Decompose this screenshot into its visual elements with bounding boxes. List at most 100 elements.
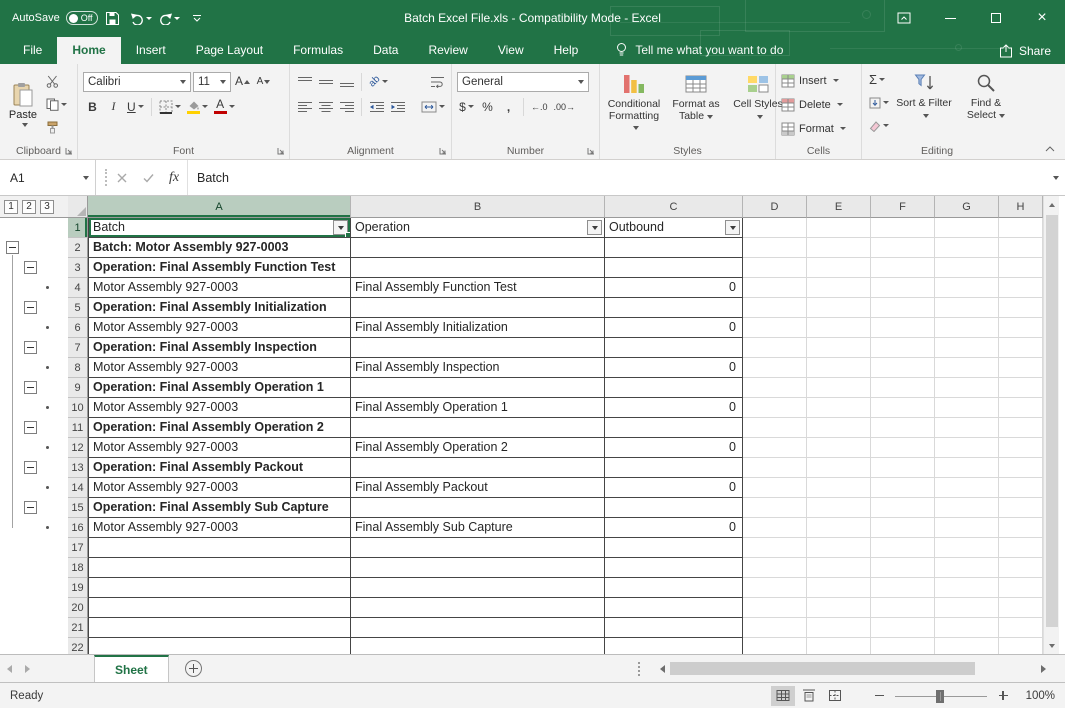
- row-header-4[interactable]: 4: [68, 278, 88, 298]
- cell-b18[interactable]: [351, 558, 605, 578]
- row-header-14[interactable]: 14: [68, 478, 88, 498]
- cell-g12[interactable]: [935, 438, 999, 458]
- cell-b10[interactable]: Final Assembly Operation 1: [351, 398, 605, 418]
- tab-insert[interactable]: Insert: [121, 37, 181, 64]
- cell-f11[interactable]: [871, 418, 935, 438]
- fill-button[interactable]: [867, 92, 891, 113]
- cell-d1[interactable]: [743, 218, 807, 238]
- scroll-left-button[interactable]: [654, 660, 670, 677]
- enter-button[interactable]: [135, 160, 161, 195]
- cell-f3[interactable]: [871, 258, 935, 278]
- find-select-button[interactable]: Find & Select: [957, 69, 1015, 141]
- row-header-7[interactable]: 7: [68, 338, 88, 358]
- previous-sheet-button[interactable]: [0, 655, 18, 682]
- outline-collapse-button[interactable]: [24, 381, 37, 394]
- cell-c18[interactable]: [605, 558, 743, 578]
- cell-f14[interactable]: [871, 478, 935, 498]
- cell-h1[interactable]: [999, 218, 1043, 238]
- cell-f15[interactable]: [871, 498, 935, 518]
- cell-g6[interactable]: [935, 318, 999, 338]
- cell-a7[interactable]: Operation: Final Assembly Inspection: [88, 338, 351, 358]
- zoom-out-button[interactable]: [871, 688, 887, 704]
- column-header-g[interactable]: G: [935, 196, 999, 218]
- cancel-button[interactable]: [109, 160, 135, 195]
- cell-d9[interactable]: [743, 378, 807, 398]
- cell-c22[interactable]: [605, 638, 743, 654]
- close-button[interactable]: ×: [1019, 0, 1065, 36]
- cell-a8[interactable]: Motor Assembly 927-0003: [88, 358, 351, 378]
- cell-b11[interactable]: [351, 418, 605, 438]
- cell-h3[interactable]: [999, 258, 1043, 278]
- cell-a22[interactable]: [88, 638, 351, 654]
- cell-c15[interactable]: [605, 498, 743, 518]
- cell-c20[interactable]: [605, 598, 743, 618]
- cell-a5[interactable]: Operation: Final Assembly Initialization: [88, 298, 351, 318]
- cell-h5[interactable]: [999, 298, 1043, 318]
- cell-f9[interactable]: [871, 378, 935, 398]
- cell-f8[interactable]: [871, 358, 935, 378]
- cell-g19[interactable]: [935, 578, 999, 598]
- cell-d21[interactable]: [743, 618, 807, 638]
- save-button[interactable]: [100, 4, 126, 32]
- cell-f6[interactable]: [871, 318, 935, 338]
- cell-b4[interactable]: Final Assembly Function Test: [351, 278, 605, 298]
- cell-h21[interactable]: [999, 618, 1043, 638]
- align-right-button[interactable]: [337, 96, 356, 117]
- cut-button[interactable]: [44, 71, 69, 92]
- cell-a21[interactable]: [88, 618, 351, 638]
- tell-me-box[interactable]: Tell me what you want to do: [615, 42, 783, 64]
- cell-g10[interactable]: [935, 398, 999, 418]
- column-header-e[interactable]: E: [807, 196, 871, 218]
- format-cells-button[interactable]: Format: [781, 118, 857, 139]
- cell-b19[interactable]: [351, 578, 605, 598]
- cell-c14[interactable]: 0: [605, 478, 743, 498]
- redo-button[interactable]: [156, 4, 182, 32]
- column-header-a[interactable]: A: [88, 196, 351, 218]
- cell-b9[interactable]: [351, 378, 605, 398]
- top-align-button[interactable]: [295, 71, 314, 92]
- cell-g15[interactable]: [935, 498, 999, 518]
- outline-collapse-button[interactable]: [24, 461, 37, 474]
- customize-quick-access-toolbar-button[interactable]: [184, 4, 210, 32]
- align-left-button[interactable]: [295, 96, 314, 117]
- cell-f17[interactable]: [871, 538, 935, 558]
- row-header-6[interactable]: 6: [68, 318, 88, 338]
- cell-c2[interactable]: [605, 238, 743, 258]
- zoom-slider[interactable]: [895, 688, 987, 704]
- cell-g17[interactable]: [935, 538, 999, 558]
- cell-g4[interactable]: [935, 278, 999, 298]
- copy-button[interactable]: [44, 94, 69, 115]
- cell-b21[interactable]: [351, 618, 605, 638]
- cell-g16[interactable]: [935, 518, 999, 538]
- column-header-c[interactable]: C: [605, 196, 743, 218]
- cell-g20[interactable]: [935, 598, 999, 618]
- scroll-right-button[interactable]: [1035, 660, 1051, 677]
- font-size-combo[interactable]: 11: [193, 72, 231, 92]
- cell-c19[interactable]: [605, 578, 743, 598]
- cell-f2[interactable]: [871, 238, 935, 258]
- cell-f16[interactable]: [871, 518, 935, 538]
- cell-h18[interactable]: [999, 558, 1043, 578]
- insert-function-button[interactable]: fx: [161, 160, 187, 195]
- cell-f5[interactable]: [871, 298, 935, 318]
- row-header-10[interactable]: 10: [68, 398, 88, 418]
- cell-g1[interactable]: [935, 218, 999, 238]
- cell-e22[interactable]: [807, 638, 871, 654]
- cell-e18[interactable]: [807, 558, 871, 578]
- align-center-button[interactable]: [316, 96, 335, 117]
- cell-d2[interactable]: [743, 238, 807, 258]
- zoom-level[interactable]: 100%: [1019, 690, 1055, 702]
- font-dialog-launcher[interactable]: [276, 146, 286, 156]
- conditional-formatting-button[interactable]: Conditional Formatting: [605, 69, 663, 141]
- row-header-3[interactable]: 3: [68, 258, 88, 278]
- cell-b22[interactable]: [351, 638, 605, 654]
- column-header-h[interactable]: H: [999, 196, 1043, 218]
- cell-h13[interactable]: [999, 458, 1043, 478]
- cell-e16[interactable]: [807, 518, 871, 538]
- cell-a12[interactable]: Motor Assembly 927-0003: [88, 438, 351, 458]
- cell-f19[interactable]: [871, 578, 935, 598]
- cell-h2[interactable]: [999, 238, 1043, 258]
- autosum-button[interactable]: Σ: [867, 69, 891, 90]
- cell-h11[interactable]: [999, 418, 1043, 438]
- cell-d15[interactable]: [743, 498, 807, 518]
